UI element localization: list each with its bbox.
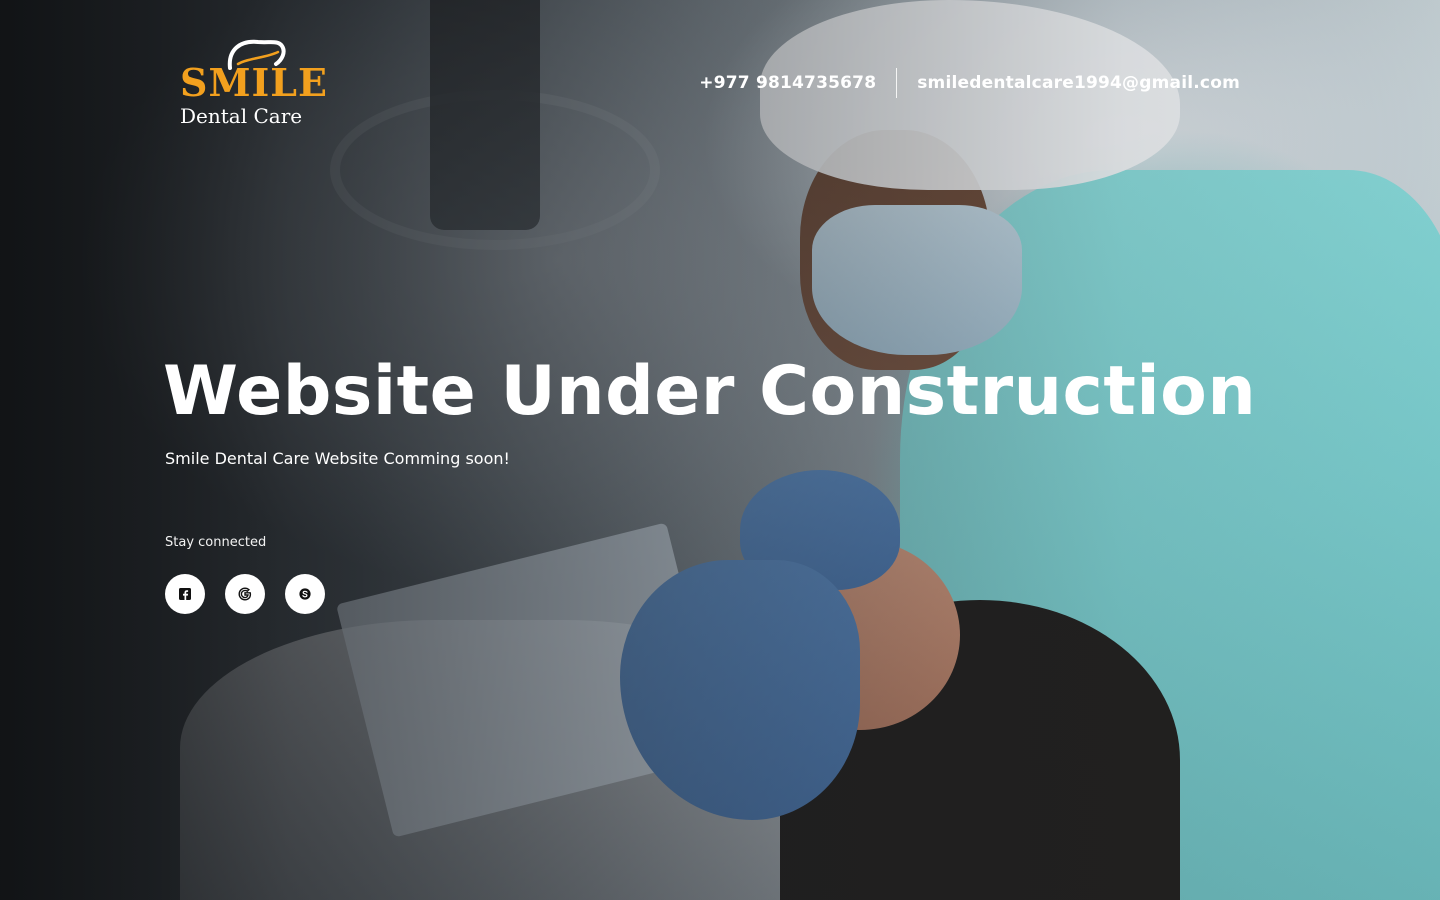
google-icon	[238, 587, 252, 601]
page-subtitle: Smile Dental Care Website Comming soon!	[165, 449, 510, 468]
google-button[interactable]	[225, 574, 265, 614]
social-links	[165, 574, 325, 614]
logo-subtitle: Dental Care	[180, 104, 303, 128]
contact-divider	[896, 68, 898, 98]
phone-link[interactable]: +977 9814735678	[699, 73, 876, 93]
logo-wordmark: SMILE	[180, 60, 328, 105]
social-label: Stay connected	[165, 535, 267, 550]
skype-button[interactable]	[285, 574, 325, 614]
facebook-icon	[179, 588, 191, 600]
header-contact: +977 9814735678 smiledentalcare1994@gmai…	[699, 68, 1240, 98]
site-logo[interactable]: SMILE Dental Care	[178, 38, 327, 133]
email-link[interactable]: smiledentalcare1994@gmail.com	[917, 73, 1240, 93]
facebook-button[interactable]	[165, 574, 205, 614]
page-title: Website Under Construction	[163, 352, 1257, 431]
skype-icon	[299, 588, 311, 600]
